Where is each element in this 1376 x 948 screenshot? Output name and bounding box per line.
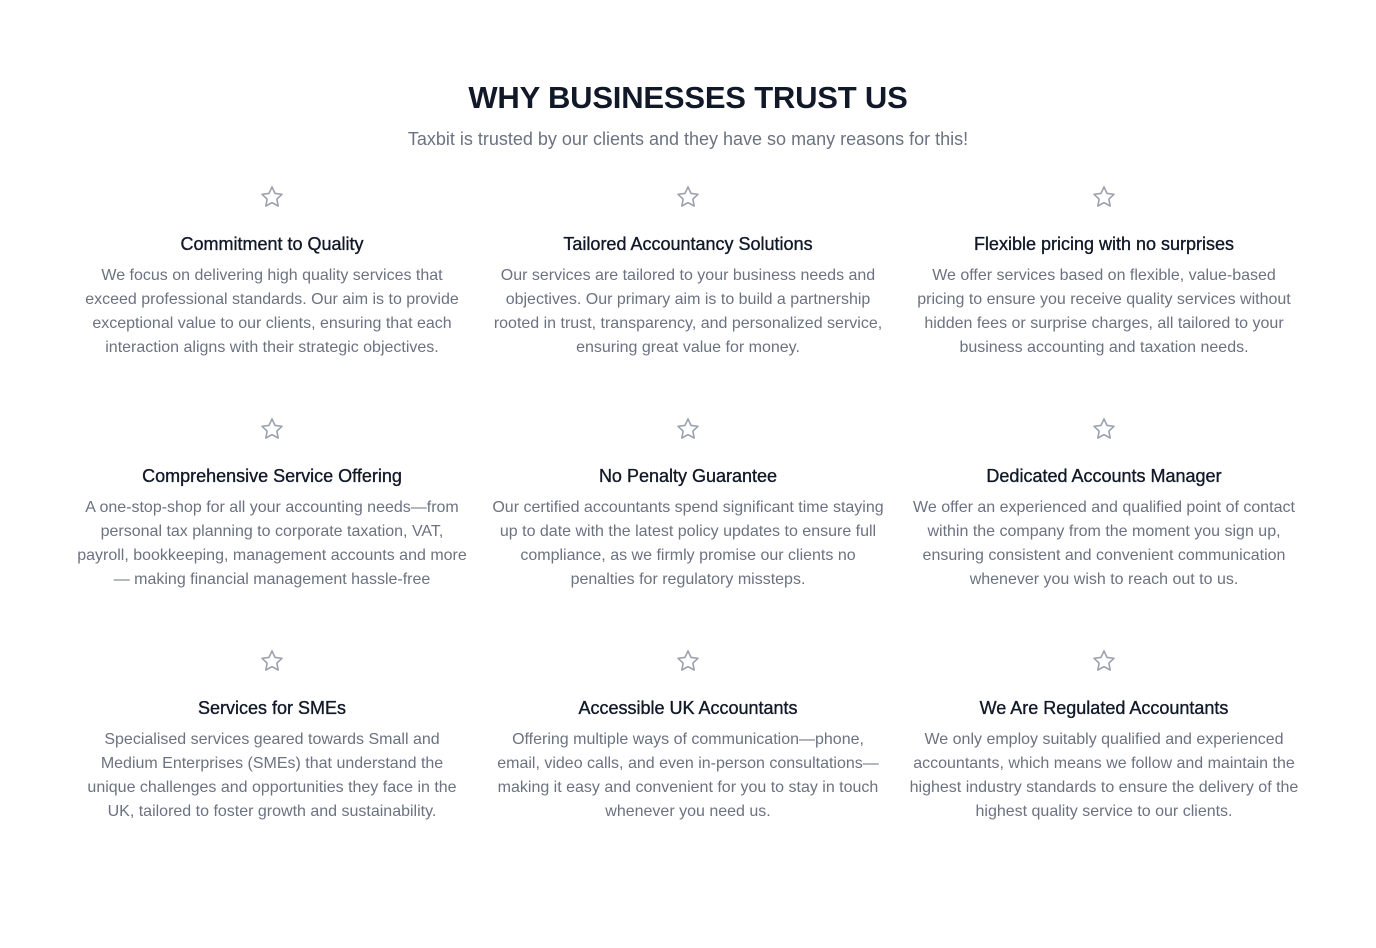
feature-description: Our certified accountants spend signific… bbox=[492, 499, 884, 588]
section-subtitle: Taxbit is trusted by our clients and the… bbox=[407, 129, 969, 149]
features-grid: Commitment to Quality We focus on delive… bbox=[0, 152, 1376, 852]
feature-title: Comprehensive Service Offering bbox=[142, 466, 402, 486]
feature-title: Accessible UK Accountants bbox=[578, 698, 798, 718]
star-icon bbox=[908, 648, 1300, 674]
star-icon bbox=[76, 648, 468, 674]
feature-card: Services for SMEs Specialised services g… bbox=[76, 648, 468, 824]
feature-description: We focus on delivering high quality serv… bbox=[85, 267, 459, 356]
feature-card: Dedicated Accounts Manager We offer an e… bbox=[908, 416, 1300, 592]
feature-card: Commitment to Quality We focus on delive… bbox=[76, 184, 468, 360]
feature-card: Flexible pricing with no surprises We of… bbox=[908, 184, 1300, 360]
star-icon bbox=[492, 648, 884, 674]
feature-card: Tailored Accountancy Solutions Our servi… bbox=[492, 184, 884, 360]
feature-description: Specialised services geared towards Smal… bbox=[87, 731, 457, 820]
feature-title: Dedicated Accounts Manager bbox=[986, 466, 1222, 486]
feature-card: No Penalty Guarantee Our certified accou… bbox=[492, 416, 884, 592]
feature-title: Flexible pricing with no surprises bbox=[973, 234, 1235, 254]
star-icon bbox=[492, 416, 884, 442]
feature-title: Commitment to Quality bbox=[180, 234, 364, 254]
feature-card: Comprehensive Service Offering A one-sto… bbox=[76, 416, 468, 592]
feature-card: Accessible UK Accountants Offering multi… bbox=[492, 648, 884, 824]
trust-section: WHY BUSINESSES TRUST US Taxbit is truste… bbox=[0, 0, 1376, 852]
feature-card: We Are Regulated Accountants We only emp… bbox=[908, 648, 1300, 824]
feature-title: We Are Regulated Accountants bbox=[979, 698, 1229, 718]
star-icon bbox=[76, 184, 468, 210]
feature-description: We offer services based on flexible, val… bbox=[917, 267, 1291, 356]
feature-description: Our services are tailored to your busine… bbox=[493, 267, 883, 356]
section-title: WHY BUSINESSES TRUST US bbox=[468, 80, 908, 115]
feature-description: A one-stop-shop for all your accounting … bbox=[77, 499, 467, 588]
feature-title: Services for SMEs bbox=[197, 698, 347, 718]
feature-title: No Penalty Guarantee bbox=[598, 466, 778, 486]
feature-title: Tailored Accountancy Solutions bbox=[563, 234, 813, 254]
star-icon bbox=[76, 416, 468, 442]
star-icon bbox=[908, 184, 1300, 210]
star-icon bbox=[908, 416, 1300, 442]
star-icon bbox=[492, 184, 884, 210]
feature-description: Offering multiple ways of communication—… bbox=[497, 731, 879, 820]
feature-description: We only employ suitably qualified and ex… bbox=[909, 731, 1299, 820]
feature-description: We offer an experienced and qualified po… bbox=[913, 499, 1295, 588]
